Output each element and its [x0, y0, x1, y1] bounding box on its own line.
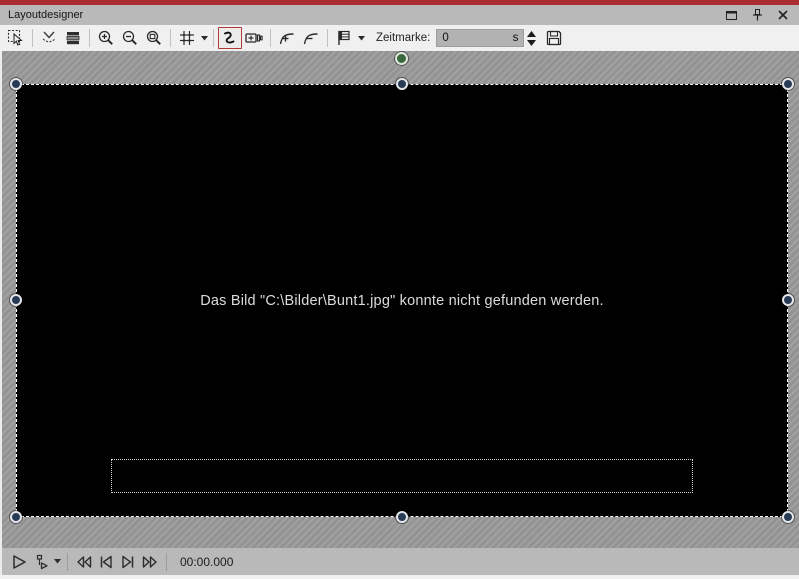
grid-icon[interactable]	[175, 27, 199, 49]
zoom-in-icon[interactable]	[94, 27, 118, 49]
motion-path-curve-icon[interactable]	[218, 27, 242, 49]
remove-curve-point-icon[interactable]	[299, 27, 323, 49]
toolbar-separator	[270, 29, 271, 47]
save-icon[interactable]	[542, 27, 566, 49]
marker-dropdown-icon[interactable]	[356, 27, 366, 49]
slide-stage[interactable]: Das Bild "C:\Bilder\Bunt1.jpg" konnte ni…	[16, 84, 788, 517]
zoom-out-icon[interactable]	[118, 27, 142, 49]
camera-pan-icon[interactable]	[242, 27, 266, 49]
fast-forward-icon[interactable]	[139, 551, 161, 573]
toolbar-separator	[327, 29, 328, 47]
resize-handle-mid-right[interactable]	[782, 294, 794, 306]
smooth-path-icon[interactable]	[37, 27, 61, 49]
layoutdesigner-window: Layoutdesigner Zeitmarke: 0 s Das Bild "…	[0, 0, 799, 579]
missing-image-message: Das Bild "C:\Bilder\Bunt1.jpg" konnte ni…	[200, 292, 604, 309]
resize-handle-bottom-right[interactable]	[782, 511, 794, 523]
timeline-marker-icon[interactable]	[332, 27, 356, 49]
layout-canvas[interactable]: Das Bild "C:\Bilder\Bunt1.jpg" konnte ni…	[0, 51, 799, 548]
spinner-down-icon[interactable]	[527, 39, 537, 46]
skip-to-start-icon[interactable]	[95, 551, 117, 573]
transport-bar: 00:00.000	[0, 548, 799, 575]
zeitmarke-unit: s	[512, 32, 519, 44]
resize-handle-top-right[interactable]	[782, 78, 794, 90]
rotation-handle[interactable]	[395, 52, 408, 65]
zeitmarke-value: 0	[442, 32, 449, 44]
skip-to-end-icon[interactable]	[117, 551, 139, 573]
resize-handle-top-left[interactable]	[10, 78, 22, 90]
toolbar-separator	[89, 29, 90, 47]
zoom-fit-icon[interactable]	[142, 27, 166, 49]
rewind-icon[interactable]	[73, 551, 95, 573]
maximize-icon[interactable]	[723, 8, 739, 22]
close-icon[interactable]	[775, 8, 791, 22]
toolbar-separator	[170, 29, 171, 47]
add-curve-point-icon[interactable]	[275, 27, 299, 49]
resize-handle-top-center[interactable]	[396, 78, 408, 90]
zeitmarke-input[interactable]: 0 s	[436, 29, 525, 47]
resize-handle-bottom-center[interactable]	[396, 511, 408, 523]
toolbar-separator	[32, 29, 33, 47]
text-box-placeholder[interactable]	[111, 459, 693, 493]
zeitmarke-label: Zeitmarke:	[376, 32, 431, 44]
transport-separator	[67, 552, 68, 571]
toolbar-separator	[213, 29, 214, 47]
zeitmarke-spinner	[527, 30, 537, 46]
play-icon[interactable]	[8, 551, 30, 573]
select-tool-icon[interactable]	[4, 27, 28, 49]
play-from-marker-icon[interactable]	[30, 551, 52, 573]
pin-icon[interactable]	[749, 8, 765, 22]
bottom-strip	[0, 575, 799, 579]
resize-handle-mid-left[interactable]	[10, 294, 22, 306]
titlebar[interactable]: Layoutdesigner	[0, 5, 799, 25]
grid-dropdown-icon[interactable]	[199, 27, 209, 49]
play-options-dropdown-icon[interactable]	[52, 551, 62, 573]
toolbar: Zeitmarke: 0 s	[0, 25, 799, 51]
transport-separator	[166, 552, 167, 571]
layers-icon[interactable]	[61, 27, 85, 49]
panel-title: Layoutdesigner	[8, 9, 84, 21]
resize-handle-bottom-left[interactable]	[10, 511, 22, 523]
titlebar-controls	[723, 8, 791, 22]
spinner-up-icon[interactable]	[527, 30, 537, 37]
playback-time: 00:00.000	[180, 554, 234, 569]
